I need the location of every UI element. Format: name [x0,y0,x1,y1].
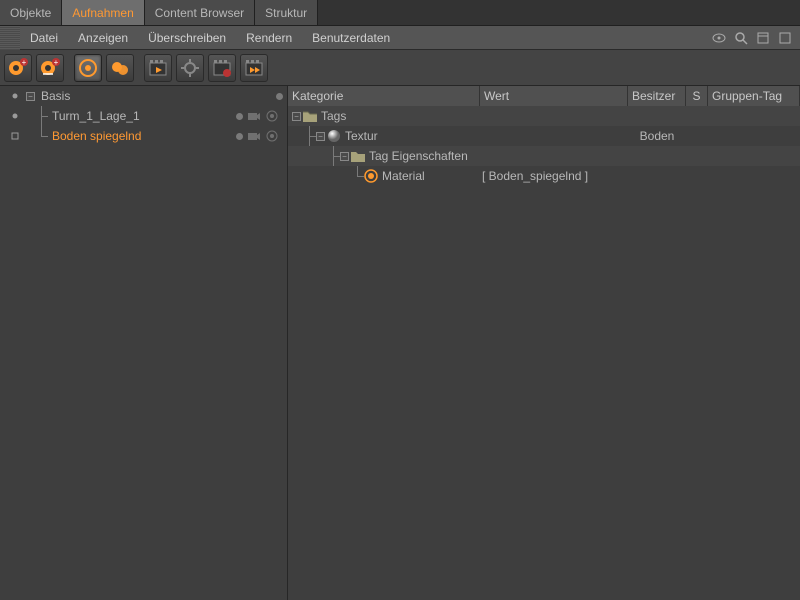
menubar: Datei Anzeigen Überschreiben Rendern Ben… [0,26,800,50]
header-value[interactable]: Wert [480,86,628,106]
maximize-icon[interactable] [778,31,792,45]
header-category[interactable]: Kategorie [288,86,480,106]
window-icon[interactable] [756,31,770,45]
header-s[interactable]: S [686,86,708,106]
toggle-icon[interactable] [4,131,26,141]
menubar-grip [0,26,20,50]
folder-icon [351,150,365,162]
svg-text:+: + [54,58,59,67]
tree-branch-icon [36,106,48,126]
property-panel: Kategorie Wert Besitzer S Gruppen-Tag − … [288,86,800,600]
render-tag-icon[interactable] [265,109,279,123]
status-dot-icon [236,113,243,120]
property-row[interactable]: − Tag Eigenschaften [288,146,800,166]
tab-objects[interactable]: Objekte [0,0,62,25]
tool-render-marked-icon[interactable] [208,54,236,82]
status-dot-icon [276,93,283,100]
render-tag-icon[interactable] [265,129,279,143]
expander-icon[interactable]: − [292,112,301,121]
status-dot-icon [236,133,243,140]
tab-bar: Objekte Aufnahmen Content Browser Strukt… [0,0,800,26]
owner-value: Boden [640,129,675,143]
toggle-icon[interactable] [4,111,26,121]
camera-tag-icon[interactable] [247,129,261,143]
category-label: Tags [321,109,346,123]
category-label: Material [382,169,425,183]
menu-render[interactable]: Rendern [236,26,302,50]
tree-row-child-selected[interactable]: Boden spiegelnd [0,126,287,146]
tool-render-all-icon[interactable] [240,54,268,82]
menubar-right [712,31,800,45]
folder-icon [303,110,317,122]
tab-structure[interactable]: Struktur [255,0,318,25]
tree-label: Boden spiegelnd [48,129,230,143]
tool-link-take-icon[interactable] [106,54,134,82]
category-label: Textur [345,129,378,143]
tree-label: Turm_1_Lage_1 [48,109,230,123]
menu-file[interactable]: Datei [20,26,68,50]
property-header-row: Kategorie Wert Besitzer S Gruppen-Tag [288,86,800,106]
tree-row-tags [247,109,287,123]
expander-icon[interactable]: − [316,132,325,141]
header-group-tag[interactable]: Gruppen-Tag [708,86,800,106]
property-row[interactable]: − Tags [288,106,800,126]
tool-auto-take-icon[interactable] [74,54,102,82]
tab-content-browser[interactable]: Content Browser [145,0,255,25]
tree-label: Basis [37,89,270,103]
menu-userdata[interactable]: Benutzerdaten [302,26,400,50]
svg-text:+: + [22,58,27,67]
property-row[interactable]: − Textur Boden [288,126,800,146]
take-tree[interactable]: − Basis Turm_1_Lage_1 [0,86,287,146]
tree-row-tags [247,129,287,143]
tab-takes[interactable]: Aufnahmen [62,0,144,25]
tree-branch-icon [36,126,48,146]
tree-row-basis[interactable]: − Basis [0,86,287,106]
material-icon [364,169,378,183]
toolbar: + + [0,50,800,86]
value-cell[interactable]: [ Boden_spiegelnd ] [482,169,588,183]
tree-row-child[interactable]: Turm_1_Lage_1 [0,106,287,126]
sphere-icon [327,129,341,143]
eye-icon[interactable] [712,31,726,45]
tree-branch-icon [304,126,316,146]
expander-icon[interactable]: − [26,92,35,101]
tool-render-settings-icon[interactable] [176,54,204,82]
header-owner[interactable]: Besitzer [628,86,686,106]
menu-view[interactable]: Anzeigen [68,26,138,50]
tree-branch-icon [328,146,340,166]
toggle-icon[interactable] [4,91,26,101]
search-icon[interactable] [734,31,748,45]
category-label: Tag Eigenschaften [369,149,468,163]
tool-render-take-icon[interactable] [144,54,172,82]
property-row[interactable]: Material [ Boden_spiegelnd ] [288,166,800,186]
property-table: Kategorie Wert Besitzer S Gruppen-Tag − … [288,86,800,186]
expander-icon[interactable]: − [340,152,349,161]
camera-tag-icon[interactable] [247,109,261,123]
menu-override[interactable]: Überschreiben [138,26,236,50]
tool-new-take-icon[interactable]: + [4,54,32,82]
tree-branch-icon [352,166,364,186]
tool-new-child-take-icon[interactable]: + [36,54,64,82]
take-tree-panel: − Basis Turm_1_Lage_1 [0,86,288,600]
